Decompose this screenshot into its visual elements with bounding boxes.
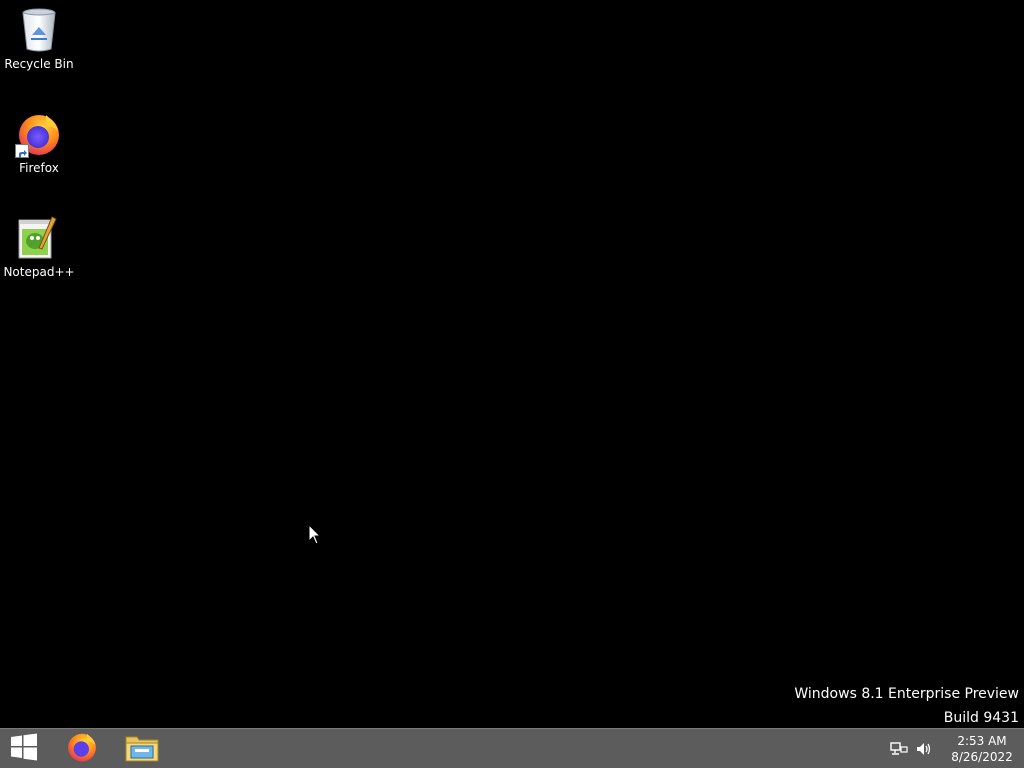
windows-version-watermark: Windows 8.1 Enterprise Preview Build 943… — [794, 682, 1019, 730]
taskbar-firefox-button[interactable] — [58, 729, 106, 768]
mouse-cursor-icon — [308, 523, 322, 546]
desktop-icon-label: Notepad++ — [3, 265, 75, 279]
desktop-icon-notepad-plus-plus[interactable]: Notepad++ — [3, 214, 75, 290]
watermark-line-edition: Windows 8.1 Enterprise Preview — [794, 686, 1019, 702]
recycle-bin-icon — [15, 6, 63, 54]
watermark-line-build: Build 9431 — [943, 710, 1019, 726]
desktop[interactable]: Recycle Bin Firefox Notepad++ Windows 8.… — [0, 0, 1024, 728]
desktop-icon-recycle-bin[interactable]: Recycle Bin — [4, 6, 74, 82]
system-tray: 2:53 AM 8/26/2022 — [888, 729, 1024, 768]
clock-date: 8/26/2022 — [951, 749, 1013, 764]
taskbar-file-explorer-button[interactable] — [118, 729, 166, 768]
clock-time: 2:53 AM — [957, 733, 1007, 748]
network-icon[interactable] — [888, 738, 910, 760]
firefox-icon — [15, 110, 63, 158]
desktop-icon-label: Recycle Bin — [4, 57, 74, 71]
taskbar: 2:53 AM 8/26/2022 — [0, 728, 1024, 768]
taskbar-clock[interactable]: 2:53 AM 8/26/2022 — [948, 733, 1016, 765]
windows-logo-icon — [10, 733, 38, 765]
start-button[interactable] — [0, 729, 48, 768]
shortcut-arrow-icon — [15, 144, 29, 158]
desktop-icon-label: Firefox — [19, 161, 59, 175]
firefox-icon — [66, 731, 98, 767]
volume-icon[interactable] — [913, 738, 935, 760]
desktop-icon-firefox[interactable]: Firefox — [4, 110, 74, 186]
file-explorer-icon — [125, 732, 159, 766]
notepad-plus-plus-icon — [15, 214, 63, 262]
